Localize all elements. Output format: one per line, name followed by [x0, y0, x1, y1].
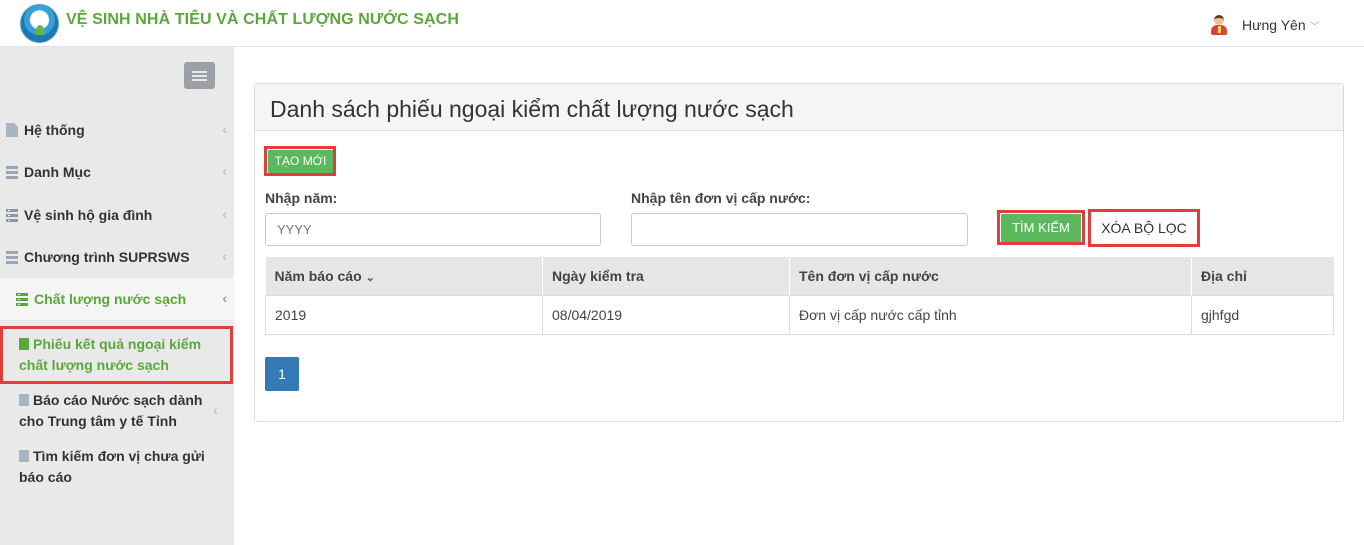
server-icon: [16, 292, 28, 306]
chevron-left-icon: ‹: [222, 248, 227, 264]
unit-input[interactable]: [631, 213, 968, 246]
column-header-year[interactable]: Năm báo cáo ⌄: [265, 257, 543, 295]
sidebar-item-he-thong[interactable]: Hệ thống ‹: [0, 109, 234, 151]
cell-check-date: 08/04/2019: [542, 294, 790, 335]
sort-down-icon[interactable]: ⌄: [366, 272, 375, 284]
column-header-check-date[interactable]: Ngày kiểm tra: [542, 257, 790, 295]
cell-year: 2019: [265, 294, 543, 335]
results-table: Năm báo cáo ⌄ Ngày kiểm tra Tên đơn vị cấ…: [265, 257, 1334, 335]
sidebar-item-label: Vệ sinh hộ gia đình: [24, 207, 153, 223]
chevron-left-icon: ‹: [222, 121, 227, 137]
chevron-left-icon: ‹: [222, 163, 227, 179]
pagination-page-button[interactable]: 1: [265, 357, 299, 391]
server-icon: [6, 208, 18, 222]
app-title[interactable]: VỆ SINH NHÀ TIÊU VÀ CHẤT LƯỢNG NƯỚC SẠCH: [66, 11, 459, 29]
chevron-left-icon: ‹: [213, 402, 218, 418]
search-button[interactable]: TÌM KIẾM: [1001, 214, 1081, 242]
column-header-address[interactable]: Địa chỉ: [1191, 257, 1334, 295]
sidebar-subitem-tim-kiem-don-vi[interactable]: Tìm kiếm đơn vị chưa gửi báo cáo: [0, 446, 234, 488]
main-panel: Danh sách phiếu ngoại kiểm chất lượng nư…: [254, 83, 1344, 422]
user-name: Hưng Yên: [1242, 17, 1306, 33]
list-icon: [6, 165, 18, 179]
sidebar-item-label: Hệ thống: [24, 122, 85, 138]
sidebar-item-label: Chương trình SUPRSWS: [24, 249, 190, 265]
panel-header: Danh sách phiếu ngoại kiểm chất lượng nư…: [255, 84, 1343, 131]
column-header-unit-name[interactable]: Tên đơn vị cấp nước: [789, 257, 1192, 295]
document-icon: [19, 394, 29, 406]
sidebar-subitem-bao-cao-nuoc-sach[interactable]: Báo cáo Nước sạch dành cho Trung tâm y t…: [0, 390, 234, 432]
sidebar-item-suprsws[interactable]: Chương trình SUPRSWS ‹: [0, 236, 234, 278]
unit-label: Nhập tên đơn vị cấp nước:: [631, 190, 811, 206]
year-input[interactable]: [265, 213, 601, 246]
sidebar-toggle-button[interactable]: [184, 62, 215, 89]
chevron-left-icon: ‹: [222, 206, 227, 222]
user-menu[interactable]: Hưng Yên ﹀: [1208, 14, 1320, 36]
chevron-left-icon: ‹: [222, 290, 227, 306]
cell-unit-name: Đơn vị cấp nước cấp tỉnh: [789, 294, 1192, 335]
document-icon: [6, 123, 18, 137]
app-logo[interactable]: [20, 4, 59, 43]
table-header-row: Năm báo cáo ⌄ Ngày kiểm tra Tên đơn vị cấ…: [265, 257, 1334, 295]
clear-filter-button[interactable]: XÓA BỘ LỌC: [1091, 212, 1197, 244]
sidebar-item-label: Danh Mục: [24, 164, 91, 180]
page-title: Danh sách phiếu ngoại kiểm chất lượng nư…: [270, 96, 794, 122]
sidebar-item-danh-muc[interactable]: Danh Mục ‹: [0, 151, 234, 193]
list-icon: [6, 250, 18, 264]
table-row[interactable]: 2019 08/04/2019 Đơn vị cấp nước cấp tỉnh…: [265, 294, 1334, 335]
sidebar-item-label: Chất lượng nước sạch: [34, 291, 187, 307]
sidebar: Hệ thống ‹ Danh Mục ‹ Vệ sinh hộ gia đìn…: [0, 47, 234, 545]
sidebar-item-ve-sinh-ho-gia-dinh[interactable]: Vệ sinh hộ gia đình ‹: [0, 194, 234, 236]
document-icon: [19, 450, 29, 462]
create-button[interactable]: TẠO MỚI: [268, 150, 333, 173]
year-label: Nhập năm:: [265, 190, 338, 206]
top-bar: VỆ SINH NHÀ TIÊU VÀ CHẤT LƯỢNG NƯỚC SẠCH…: [0, 0, 1364, 47]
chevron-down-icon: ﹀: [1309, 21, 1320, 33]
user-avatar-icon: [1208, 14, 1230, 36]
cell-address: gjhfgd: [1191, 294, 1334, 335]
sidebar-item-chat-luong-nuoc-sach[interactable]: Chất lượng nước sạch ‹: [0, 278, 234, 320]
highlight-box: [0, 326, 233, 384]
